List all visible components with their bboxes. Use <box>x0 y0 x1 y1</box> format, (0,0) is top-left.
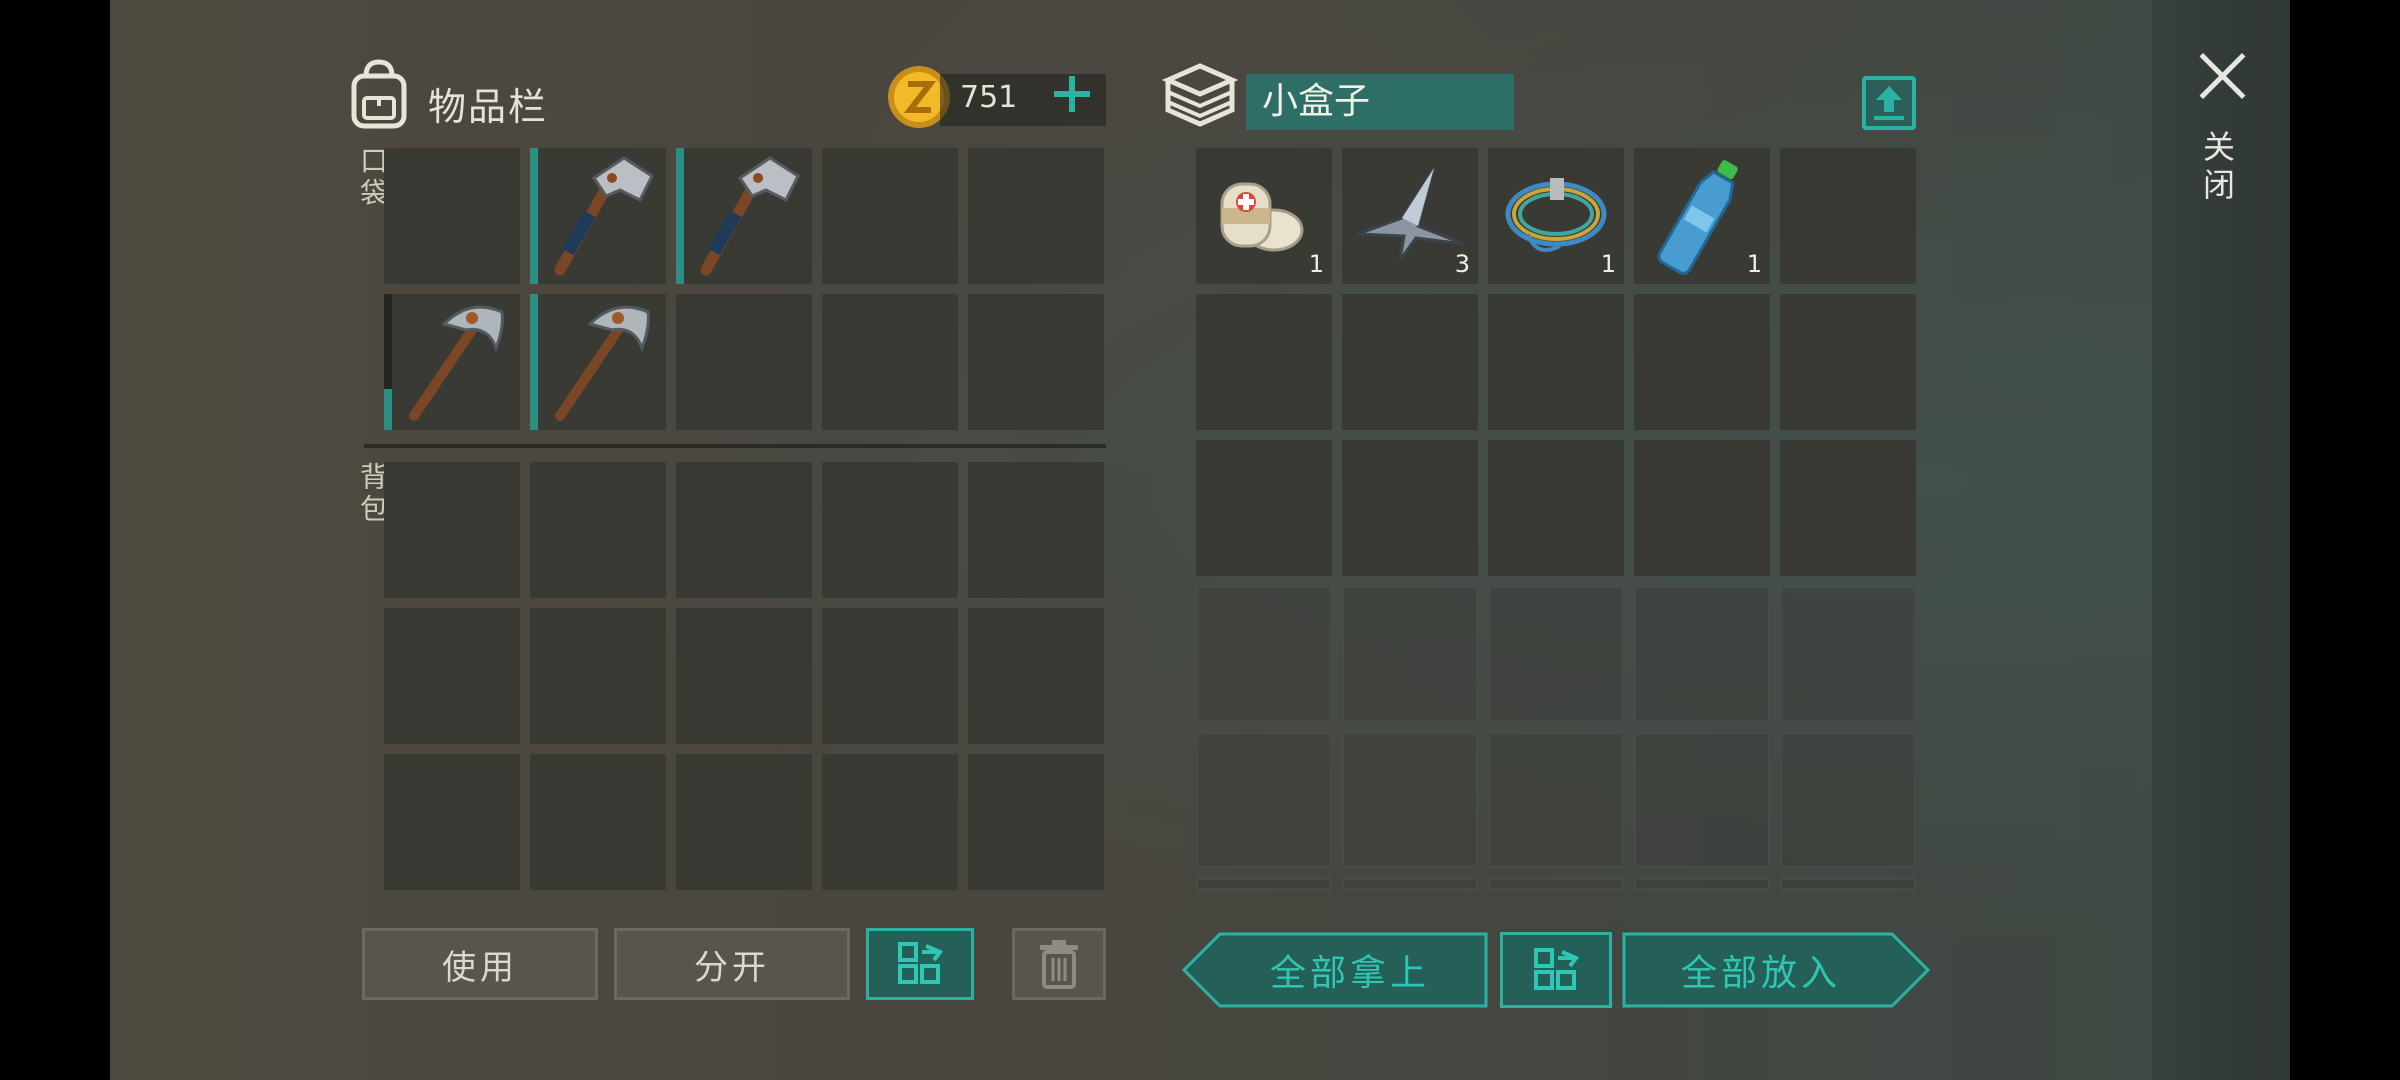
container-slot[interactable] <box>1196 878 1332 890</box>
pocket-slot[interactable] <box>384 148 520 284</box>
backpack-slot[interactable] <box>530 608 666 744</box>
item-count: 1 <box>1600 250 1616 278</box>
container-slot[interactable] <box>1196 586 1332 722</box>
split-button[interactable]: 分开 <box>614 928 850 1000</box>
container-slot[interactable] <box>1780 294 1916 430</box>
coin-balance: 751 <box>960 80 1018 115</box>
container-slot[interactable] <box>1488 440 1624 576</box>
container-slot[interactable] <box>1488 878 1624 890</box>
container-slot[interactable]: 1 <box>1488 148 1624 284</box>
container-slot[interactable] <box>1634 586 1770 722</box>
item-count: 1 <box>1746 250 1762 278</box>
durability-bar <box>384 389 392 430</box>
backpack-slot[interactable] <box>676 462 812 598</box>
box-icon <box>1162 63 1238 127</box>
container-slot[interactable] <box>1342 732 1478 868</box>
pocket-slot[interactable] <box>384 294 520 430</box>
backpack-slot[interactable] <box>384 754 520 890</box>
item-count: 3 <box>1454 250 1470 278</box>
container-slot[interactable] <box>1342 294 1478 430</box>
container-slot[interactable]: 3 <box>1342 148 1478 284</box>
section-divider <box>364 444 1106 448</box>
pickaxe-icon <box>555 305 650 421</box>
backpack-slot[interactable] <box>384 462 520 598</box>
container-slot[interactable] <box>1488 586 1624 722</box>
container-slot[interactable] <box>1634 294 1770 430</box>
pocket-slot[interactable] <box>676 294 812 430</box>
pocket-slot[interactable] <box>968 148 1104 284</box>
container-slot[interactable]: 1 <box>1634 148 1770 284</box>
add-coins-button[interactable] <box>1050 72 1094 116</box>
container-slot[interactable]: 1 <box>1196 148 1332 284</box>
backpack-slot[interactable] <box>676 608 812 744</box>
durability-bar <box>530 294 538 430</box>
pocket-slot[interactable] <box>968 294 1104 430</box>
container-slot[interactable] <box>1196 294 1332 430</box>
container-slot[interactable] <box>1342 878 1478 890</box>
backpack-slot[interactable] <box>530 754 666 890</box>
backpack-icon <box>351 59 407 129</box>
hatchet-icon <box>700 156 800 276</box>
delete-button[interactable] <box>1012 928 1106 1000</box>
put-all-button[interactable]: 全部放入 <box>1622 932 1930 1008</box>
container-slot[interactable] <box>1634 878 1770 890</box>
backpack-slot[interactable] <box>968 608 1104 744</box>
container-slot[interactable] <box>1634 440 1770 576</box>
backpack-slot[interactable] <box>968 754 1104 890</box>
container-slot[interactable] <box>1780 440 1916 576</box>
trash-icon <box>1040 940 1078 989</box>
pocket-slot[interactable] <box>822 148 958 284</box>
container-slot[interactable] <box>1488 294 1624 430</box>
backpack-slot[interactable] <box>822 608 958 744</box>
container-slot[interactable] <box>1780 878 1916 890</box>
grid-sort-icon <box>898 942 944 984</box>
pickaxe-icon <box>409 305 504 421</box>
container-slot[interactable] <box>1780 732 1916 868</box>
pocket-slot[interactable] <box>530 148 666 284</box>
container-slot[interactable] <box>1196 440 1332 576</box>
item-count: 1 <box>1308 250 1324 278</box>
durability-bar <box>676 148 684 284</box>
container-slot[interactable] <box>1780 148 1916 284</box>
close-icon[interactable] <box>2196 50 2248 102</box>
container-slot[interactable] <box>1342 440 1478 576</box>
use-button[interactable]: 使用 <box>362 928 598 1000</box>
inventory-title: 物品栏 <box>428 85 549 129</box>
pocket-slot[interactable] <box>822 294 958 430</box>
backpack-slot[interactable] <box>822 754 958 890</box>
container-sort-button[interactable] <box>1500 932 1612 1008</box>
backpack-slot[interactable] <box>968 462 1104 598</box>
container-slot[interactable] <box>1634 732 1770 868</box>
pocket-slot[interactable] <box>530 294 666 430</box>
put-all-label: 全部放入 <box>1680 953 1841 994</box>
close-label[interactable]: 关闭 <box>2198 130 2240 206</box>
backpack-slot[interactable] <box>384 608 520 744</box>
backpack-slot[interactable] <box>822 462 958 598</box>
durability-bar <box>530 148 538 284</box>
upload-icon <box>1874 86 1904 120</box>
container-name-field[interactable]: 小盒子 <box>1246 74 1514 130</box>
grid-sort-icon <box>1534 948 1580 990</box>
container-slot[interactable] <box>1196 732 1332 868</box>
backpack-slot[interactable] <box>676 754 812 890</box>
upload-button[interactable] <box>1862 76 1916 130</box>
sort-button[interactable] <box>866 928 974 1000</box>
container-slot[interactable] <box>1488 732 1624 868</box>
take-all-label: 全部拿上 <box>1269 953 1430 994</box>
container-slot[interactable] <box>1780 586 1916 722</box>
pocket-slot[interactable] <box>676 148 812 284</box>
hatchet-icon <box>554 156 654 276</box>
take-all-button[interactable]: 全部拿上 <box>1182 932 1488 1008</box>
backpack-slot[interactable] <box>530 462 666 598</box>
container-slot[interactable] <box>1342 586 1478 722</box>
